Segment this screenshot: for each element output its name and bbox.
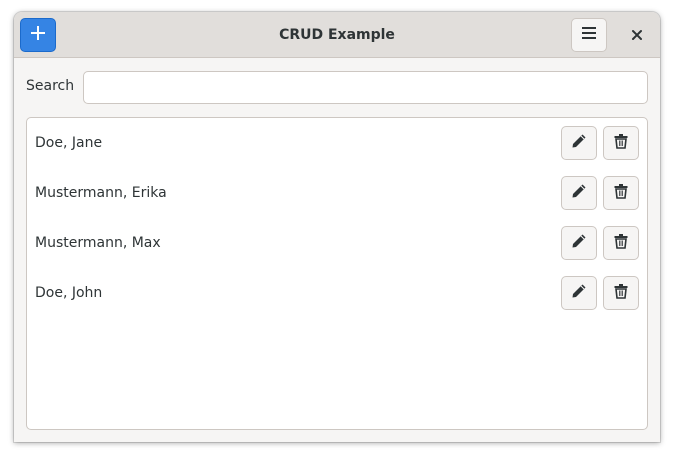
app-window: CRUD Example Search Doe, Jane Mustermann…: [14, 12, 660, 442]
list-item-name: Doe, John: [35, 285, 103, 301]
list-item-name: Mustermann, Erika: [35, 185, 167, 201]
list-item: Mustermann, Erika: [27, 168, 647, 218]
window-title: CRUD Example: [279, 27, 395, 43]
trash-icon: [613, 133, 629, 153]
list-item-name: Doe, Jane: [35, 135, 103, 151]
edit-button[interactable]: [561, 176, 597, 210]
trash-icon: [613, 283, 629, 303]
close-icon: [631, 26, 643, 45]
plus-icon: [30, 25, 46, 45]
pencil-icon: [571, 283, 587, 303]
pencil-icon: [571, 183, 587, 203]
delete-button[interactable]: [603, 226, 639, 260]
contact-list: Doe, Jane Mustermann, Erika Mustermann, …: [26, 117, 648, 430]
trash-icon: [613, 183, 629, 203]
close-window-button[interactable]: [623, 21, 651, 49]
delete-button[interactable]: [603, 276, 639, 310]
hamburger-menu-icon: [581, 25, 597, 45]
pencil-icon: [571, 233, 587, 253]
list-item: Mustermann, Max: [27, 218, 647, 268]
search-input[interactable]: [83, 71, 648, 104]
list-item-name: Mustermann, Max: [35, 235, 161, 251]
edit-button[interactable]: [561, 276, 597, 310]
header-bar: CRUD Example: [14, 12, 660, 58]
main-menu-button[interactable]: [571, 18, 607, 52]
search-label: Search: [26, 78, 75, 94]
list-item: Doe, Jane: [27, 118, 647, 168]
add-button[interactable]: [20, 18, 56, 52]
trash-icon: [613, 233, 629, 253]
pencil-icon: [571, 133, 587, 153]
delete-button[interactable]: [603, 176, 639, 210]
edit-button[interactable]: [561, 226, 597, 260]
list-item: Doe, John: [27, 268, 647, 318]
delete-button[interactable]: [603, 126, 639, 160]
edit-button[interactable]: [561, 126, 597, 160]
